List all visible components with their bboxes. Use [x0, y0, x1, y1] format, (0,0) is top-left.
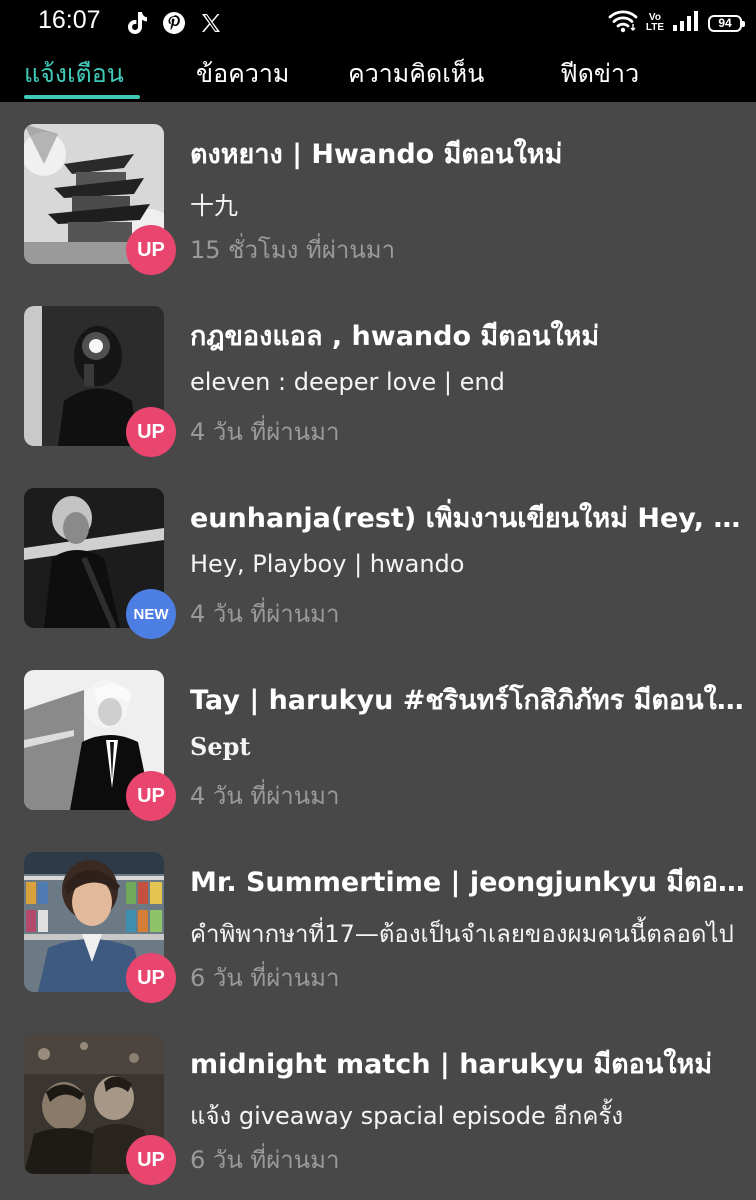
notification-title: Mr. Summertime | jeongjunkyu มีตอนใหม่	[190, 867, 750, 898]
notification-title: Tay | harukyu #ชรินทร์โกสิภิภัทร มีตอนให…	[190, 685, 750, 716]
notification-subtitle: 十九	[190, 192, 238, 220]
battery-icon: 94	[708, 14, 745, 32]
status-right-cluster: Vo LTE 94	[608, 8, 745, 38]
notification-title: ตงหยาง | Hwando มีตอนใหม่	[190, 139, 563, 170]
update-badge: UP	[126, 1135, 176, 1185]
notification-time: 4 วัน ที่ผ่านมา	[190, 600, 340, 628]
tab-comments[interactable]: ความคิดเห็น	[348, 54, 484, 94]
status-time: 16:07	[38, 6, 101, 34]
notification-subtitle: Sept	[190, 732, 251, 761]
pinterest-icon	[162, 11, 186, 35]
notification-title: กฎของแอล , hwando มีตอนใหม่	[190, 321, 600, 352]
status-app-icons	[126, 8, 222, 38]
notification-title: midnight match | harukyu มีตอนใหม่	[190, 1049, 713, 1080]
notification-title: eunhanja(rest) เพิ่มงานเขียนใหม่ Hey, Pl…	[190, 503, 750, 534]
notification-item[interactable]: UP กฎของแอล , hwando มีตอนใหม่ eleven : …	[0, 284, 756, 466]
active-tab-indicator	[24, 95, 140, 99]
tiktok-icon	[126, 11, 148, 35]
tab-notifications[interactable]: แจ้งเตือน	[24, 54, 124, 94]
notification-item[interactable]: UP Mr. Summertime | jeongjunkyu มีตอนใหม…	[0, 830, 756, 1012]
x-icon	[200, 12, 222, 34]
notification-subtitle: Hey, Playboy | hwando	[190, 550, 465, 578]
signal-icon	[672, 10, 700, 36]
tab-bar: แจ้งเตือน ข้อความ ความคิดเห็น ฟีดข่าว	[0, 46, 756, 102]
notification-time: 6 วัน ที่ผ่านมา	[190, 964, 340, 992]
notification-time: 15 ชั่วโมง ที่ผ่านมา	[190, 236, 396, 264]
new-badge: NEW	[126, 589, 176, 639]
status-bar: 16:07 Vo LTE 94	[0, 0, 756, 46]
notification-item[interactable]: UP midnight match | harukyu มีตอนใหม่ แจ…	[0, 1012, 756, 1194]
update-badge: UP	[126, 953, 176, 1003]
update-badge: UP	[126, 407, 176, 457]
tab-messages[interactable]: ข้อความ	[196, 54, 289, 94]
volte-indicator: Vo LTE	[645, 12, 664, 33]
notification-subtitle: คำพิพากษาที่17—ต้องเป็นจำเลยของผมคนนี้ตล…	[190, 920, 734, 948]
notification-item[interactable]: UP ตงหยาง | Hwando มีตอนใหม่ 十九 15 ชั่วโ…	[0, 102, 756, 284]
notification-time: 4 วัน ที่ผ่านมา	[190, 782, 340, 810]
update-badge: UP	[126, 225, 176, 275]
notification-subtitle: eleven : deeper love | end	[190, 368, 505, 396]
tab-news-feed[interactable]: ฟีดข่าว	[560, 54, 639, 94]
notification-time: 4 วัน ที่ผ่านมา	[190, 418, 340, 446]
update-badge: UP	[126, 771, 176, 821]
notification-item[interactable]: NEW eunhanja(rest) เพิ่มงานเขียนใหม่ Hey…	[0, 466, 756, 648]
notification-subtitle: แจ้ง giveaway spacial episode อีกครั้ง	[190, 1102, 624, 1130]
notification-time: 6 วัน ที่ผ่านมา	[190, 1146, 340, 1174]
wifi-icon	[608, 9, 638, 37]
notification-item[interactable]: UP Tay | harukyu #ชรินทร์โกสิภิภัทร มีตอ…	[0, 648, 756, 830]
